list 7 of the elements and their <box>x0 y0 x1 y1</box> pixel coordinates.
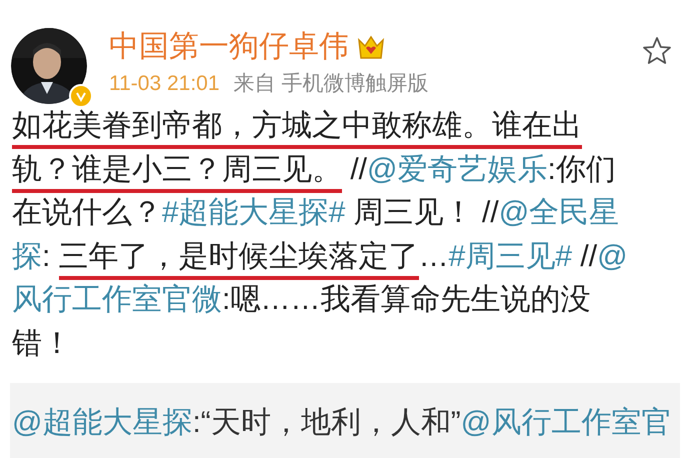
post-text: 如花美眷到帝都，方城之中敢称雄。谁在出 轨？谁是小三？周三见。 //@爱奇艺娱乐:你们 在说什么？#超能大星探# 周三见！ //@全民星 探: 三年了，是时候尘埃落定了…#周三见# //@ 风行工作室官微:嗯……我看算命先生说的没 错！ <box>11 108 629 362</box>
crown-icon <box>357 34 385 60</box>
repost-text: @超能大星探:“天时，地利，人和”@风行工作室官 <box>12 405 672 441</box>
author-name[interactable]: 中国第一狗仔卓伟 <box>109 28 349 66</box>
post-source: 来自 手机微博触屏版 <box>234 71 428 97</box>
favorite-star-icon[interactable] <box>642 36 672 66</box>
post-time: 11-03 21:01 <box>109 71 220 97</box>
